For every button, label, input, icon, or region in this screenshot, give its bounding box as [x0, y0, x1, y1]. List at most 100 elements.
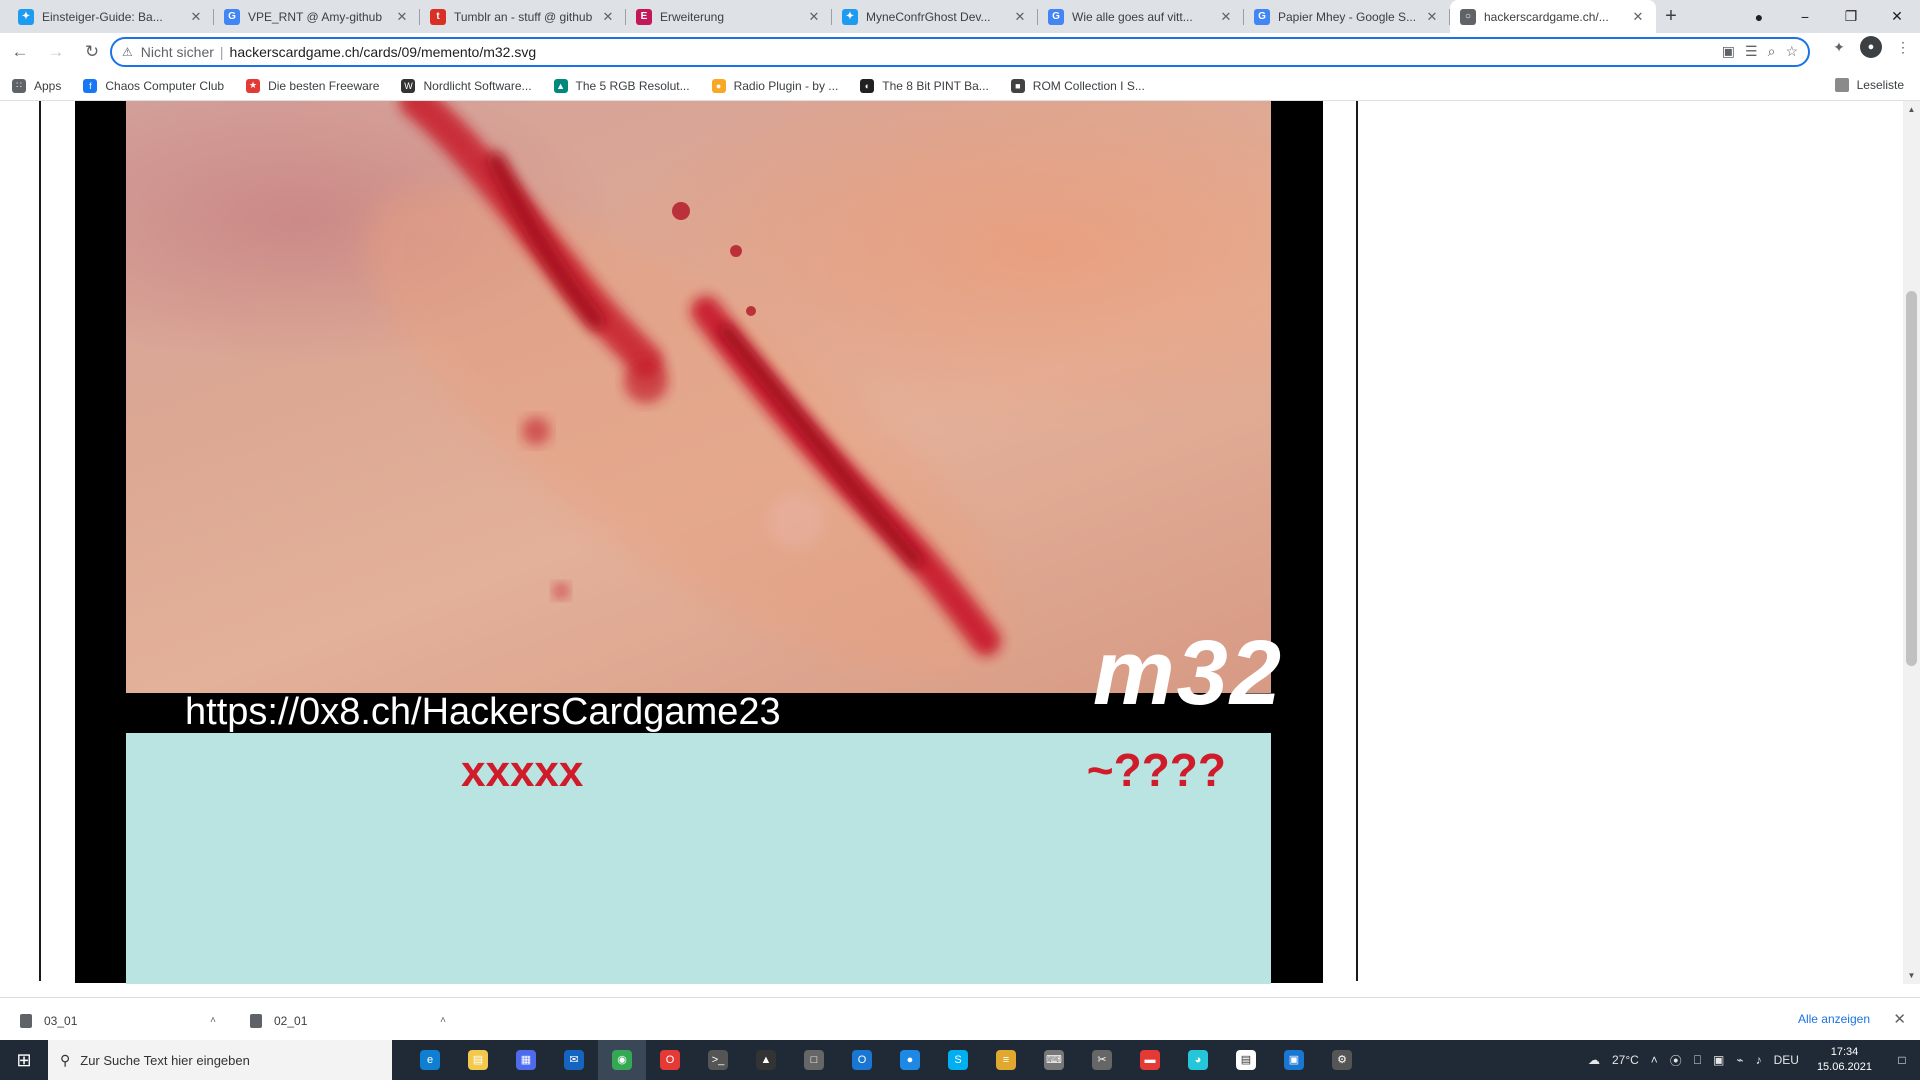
taskbar-app-doc[interactable]: ▤	[1222, 1040, 1270, 1080]
minimize-button[interactable]: −	[1782, 9, 1828, 25]
browser-tab[interactable]: ✦ MyneConfrGhost Dev... ✕	[832, 0, 1038, 33]
taskbar-app-chat[interactable]: ◕	[1174, 1040, 1222, 1080]
page-border-right	[1356, 101, 1358, 981]
tab-close-icon[interactable]: ✕	[394, 9, 410, 25]
tab-close-icon[interactable]: ✕	[1424, 9, 1440, 25]
bookmark-label: The 8 Bit PINT Ba...	[882, 78, 989, 93]
bookmark-item[interactable]: f Chaos Computer Club	[83, 78, 224, 93]
extensions-account-icon[interactable]: ●	[1736, 9, 1782, 25]
download-name: 02_01	[274, 1013, 308, 1028]
security-label[interactable]: Nicht sicher	[141, 44, 214, 60]
bookmark-item[interactable]: ★ Die besten Freeware	[246, 78, 379, 93]
maximize-button[interactable]: ❐	[1828, 8, 1874, 25]
tab-close-icon[interactable]: ✕	[1012, 9, 1028, 25]
download-menu-chevron-icon[interactable]: ˄	[210, 1015, 216, 1026]
taskbar-app-tools[interactable]: ✂	[1078, 1040, 1126, 1080]
taskbar-app-vm[interactable]: □	[790, 1040, 838, 1080]
tab-title: Erweiterung	[660, 9, 725, 24]
menu-icon[interactable]: ⋮	[1892, 36, 1914, 58]
notifications-icon[interactable]: □	[1884, 1053, 1920, 1067]
extensions-icon[interactable]: ✦	[1828, 36, 1850, 58]
input-language[interactable]: DEU	[1774, 1053, 1799, 1067]
browser-tab[interactable]: t Tumblr an - stuff @ github ✕	[420, 0, 626, 33]
tab-favicon-icon: E	[636, 8, 652, 25]
volume-icon[interactable]: ♪	[1756, 1053, 1762, 1067]
show-hidden-icons-icon[interactable]: ˄	[1651, 1053, 1658, 1067]
start-button[interactable]: ⊞	[0, 1040, 48, 1080]
taskbar-clock[interactable]: 17:34 15.06.2021	[1817, 1045, 1872, 1075]
taskbar-app-notes[interactable]: ≡	[982, 1040, 1030, 1080]
install-app-icon[interactable]: ▣	[1722, 43, 1735, 60]
taskbar-app-chrome[interactable]: ◉	[598, 1040, 646, 1080]
forward-button[interactable]: →	[40, 36, 72, 68]
bookmark-item[interactable]: W Nordlicht Software...	[401, 78, 532, 93]
scroll-down-icon[interactable]: ▼	[1903, 971, 1920, 980]
weather-icon[interactable]: ☁	[1588, 1053, 1600, 1067]
back-button[interactable]: ←	[4, 36, 36, 68]
new-tab-button[interactable]: +	[1656, 0, 1686, 33]
browser-tab[interactable]: ✦ Einsteiger-Guide: Ba... ✕	[8, 0, 214, 33]
taskbar-app-dev[interactable]: ▲	[742, 1040, 790, 1080]
bookmark-item[interactable]: ● Radio Plugin - by ...	[711, 78, 838, 93]
display-tray-icon[interactable]: ▣	[1713, 1053, 1724, 1067]
microphone-tray-icon[interactable]: ⎕	[1694, 1053, 1701, 1068]
download-menu-chevron-icon[interactable]: ˄	[440, 1015, 446, 1026]
taskbar-app-terminal[interactable]: >_	[694, 1040, 742, 1080]
bookmark-item[interactable]: ▲ The 5 RGB Resolut...	[553, 78, 690, 93]
security-tray-icon[interactable]: ⦿	[1670, 1052, 1682, 1069]
taskbar-app-keyboard[interactable]: ⌨	[1030, 1040, 1078, 1080]
browser-tab[interactable]: G VPE_RNT @ Amy-github ✕	[214, 0, 420, 33]
bookmark-star-icon[interactable]: ☆	[1785, 43, 1798, 60]
tab-close-icon[interactable]: ✕	[806, 9, 822, 25]
tab-favicon-icon: G	[224, 8, 240, 25]
reload-button[interactable]: ↻	[76, 36, 108, 68]
browser-tab[interactable]: G Wie alle goes auf vitt... ✕	[1038, 0, 1244, 33]
zoom-icon[interactable]: ⌕	[1768, 43, 1776, 60]
address-bar[interactable]: ⚠ Nicht sicher | hackerscardgame.ch/card…	[110, 37, 1810, 67]
close-download-bar-button[interactable]: ✕	[1893, 1010, 1906, 1028]
taskbar-app-media[interactable]: ▬	[1126, 1040, 1174, 1080]
scrollbar-thumb[interactable]	[1906, 291, 1917, 666]
taskbar-app-opera[interactable]: O	[646, 1040, 694, 1080]
reading-list[interactable]: Leseliste	[1834, 78, 1904, 92]
tab-close-icon[interactable]: ✕	[600, 9, 616, 25]
taskbar-app-store[interactable]: ▦	[502, 1040, 550, 1080]
tab-title: Papier Mhey - Google S...	[1278, 9, 1417, 24]
show-all-downloads-link[interactable]: Alle anzeigen	[1798, 1012, 1870, 1026]
taskbar-app-explorer[interactable]: ▤	[454, 1040, 502, 1080]
page-border-left	[39, 101, 41, 981]
profile-avatar[interactable]: ●	[1860, 36, 1882, 58]
taskbar-app-settings[interactable]: ⚙	[1318, 1040, 1366, 1080]
temperature[interactable]: 27°C	[1612, 1053, 1639, 1067]
scroll-up-icon[interactable]: ▲	[1903, 105, 1920, 114]
tab-close-icon[interactable]: ✕	[1218, 9, 1234, 25]
taskbar-app-mail[interactable]: ✉	[550, 1040, 598, 1080]
tab-close-icon[interactable]: ✕	[1630, 9, 1646, 25]
taskbar-search[interactable]: ⚲ Zur Suche Text hier eingeben	[48, 1040, 392, 1080]
bookmark-favicon-icon: ■	[1010, 78, 1025, 93]
taskbar-app-outlook[interactable]: O	[838, 1040, 886, 1080]
bookmark-item[interactable]: ◐ The 8 Bit PINT Ba...	[860, 78, 989, 93]
browser-tab[interactable]: E Erweiterung ✕	[626, 0, 832, 33]
taskbar-app-skype[interactable]: S	[934, 1040, 982, 1080]
card-info-left: xxxxx	[461, 747, 584, 796]
bookmark-item[interactable]: ■ ROM Collection I S...	[1010, 78, 1145, 93]
browser-tab[interactable]: G Papier Mhey - Google S... ✕	[1244, 0, 1450, 33]
tab-title: Tumblr an - stuff @ github	[454, 9, 593, 24]
taskbar-app-edge[interactable]: e	[406, 1040, 454, 1080]
taskbar-app-window[interactable]: ▣	[1270, 1040, 1318, 1080]
taskbar-app-browser[interactable]: ●	[886, 1040, 934, 1080]
not-secure-icon[interactable]: ⚠	[122, 45, 133, 59]
network-icon[interactable]: ⌁	[1736, 1053, 1743, 1067]
browser-tab[interactable]: ○ hackerscardgame.ch/... ✕	[1450, 0, 1656, 33]
tab-close-icon[interactable]: ✕	[188, 9, 204, 25]
close-window-button[interactable]: ✕	[1874, 8, 1920, 25]
url-text[interactable]: hackerscardgame.ch/cards/09/memento/m32.…	[230, 44, 537, 60]
reading-mode-icon[interactable]: ☰	[1745, 43, 1758, 60]
download-item[interactable]: 02_01 ˄	[230, 1013, 460, 1028]
page-scrollbar[interactable]: ▲ ▼	[1903, 101, 1920, 984]
search-icon: ⚲	[60, 1051, 71, 1068]
download-item[interactable]: 03_01 ˄	[0, 1013, 230, 1028]
reading-list-label: Leseliste	[1856, 78, 1904, 92]
bookmark-item[interactable]: ∷ Apps	[12, 78, 61, 93]
